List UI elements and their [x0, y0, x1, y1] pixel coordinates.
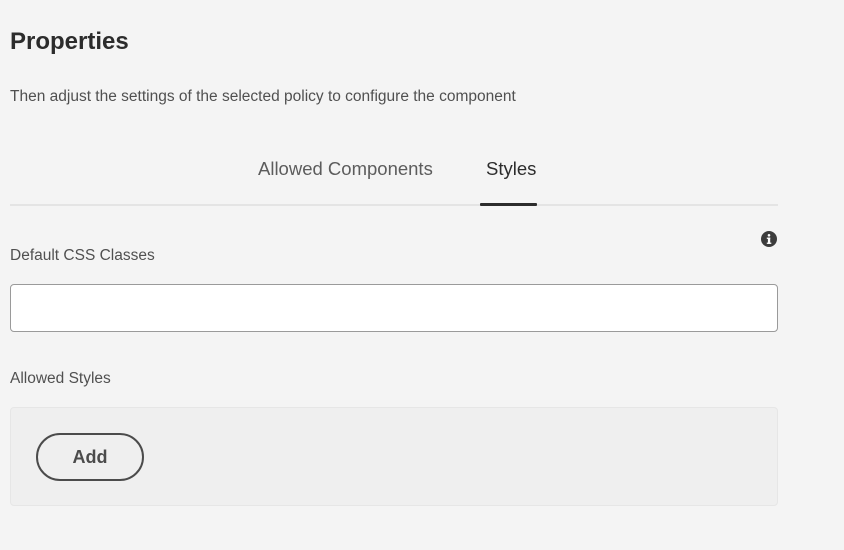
allowed-styles-label: Allowed Styles — [10, 370, 111, 387]
properties-panel: Properties Then adjust the settings of t… — [0, 0, 844, 550]
page-title: Properties — [10, 28, 129, 55]
tab-bar: Allowed Components Styles — [10, 150, 778, 206]
add-style-button[interactable]: Add — [36, 433, 144, 481]
selected-tab-indicator — [480, 203, 537, 206]
tab-bar-divider — [10, 204, 778, 206]
info-icon[interactable] — [761, 231, 777, 247]
page-subtitle: Then adjust the settings of the selected… — [10, 88, 516, 105]
default-css-classes-label: Default CSS Classes — [10, 247, 155, 264]
tab-styles[interactable]: Styles — [486, 158, 536, 180]
allowed-styles-panel: Add — [10, 407, 778, 506]
tab-allowed-components[interactable]: Allowed Components — [258, 158, 433, 180]
default-css-classes-input[interactable] — [10, 284, 778, 332]
